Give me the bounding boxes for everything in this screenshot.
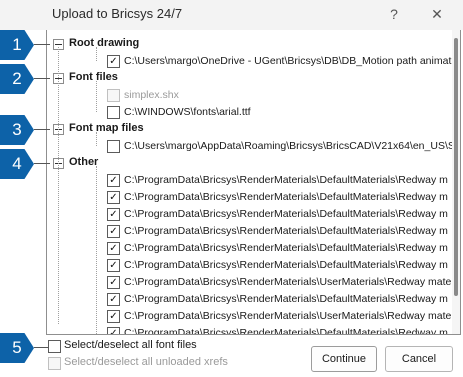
item-path: C:\ProgramData\Bricsys\RenderMaterials\D…	[124, 191, 448, 203]
window-title: Upload to Bricsys 24/7	[52, 6, 183, 21]
item-path: C:\Users\margo\AppData\Roaming\Bricsys\B…	[124, 140, 455, 152]
list-item[interactable]: ✓ C:\ProgramData\Bricsys\RenderMaterials…	[47, 240, 448, 257]
list-item[interactable]: C:\Users\margo\AppData\Roaming\Bricsys\B…	[47, 138, 455, 155]
tree-connector	[96, 47, 97, 61]
cancel-button[interactable]: Cancel	[385, 346, 453, 372]
title-bar: Upload to Bricsys 24/7 ? ✕	[0, 0, 463, 30]
item-checkbox[interactable]: ✓	[107, 259, 120, 272]
item-checkbox[interactable]: ✓	[107, 293, 120, 306]
continue-button[interactable]: Continue	[311, 346, 377, 372]
callout-badge-4: 4	[0, 149, 34, 179]
item-checkbox[interactable]: ✓	[107, 55, 120, 68]
list-item[interactable]: ✓ C:\ProgramData\Bricsys\RenderMaterials…	[47, 325, 448, 335]
item-checkbox[interactable]	[107, 140, 120, 153]
list-item[interactable]: C:\WINDOWS\fonts\arial.ttf	[47, 104, 447, 121]
list-item[interactable]: ✓ C:\ProgramData\Bricsys\RenderMaterials…	[47, 291, 448, 308]
help-button[interactable]: ?	[381, 4, 407, 24]
callout-badge-5: 5	[0, 333, 34, 363]
group-label: Other	[69, 156, 99, 168]
tree-connector	[96, 81, 97, 112]
item-path: C:\ProgramData\Bricsys\RenderMaterials\D…	[124, 259, 448, 271]
tree-connector	[96, 132, 97, 146]
callout-line	[34, 347, 48, 348]
item-path: C:\ProgramData\Bricsys\RenderMaterials\D…	[124, 293, 448, 305]
list-item[interactable]: ✓ C:\ProgramData\Bricsys\RenderMaterials…	[47, 223, 448, 240]
item-checkbox[interactable]: ✓	[107, 242, 120, 255]
callout-line	[34, 129, 50, 130]
item-checkbox[interactable]: ✓	[107, 327, 120, 334]
item-checkbox[interactable]	[107, 106, 120, 119]
item-checkbox[interactable]: ✓	[107, 174, 120, 187]
callout-line	[34, 78, 50, 79]
item-path: C:\ProgramData\Bricsys\RenderMaterials\D…	[124, 208, 448, 220]
item-path: C:\ProgramData\Bricsys\RenderMaterials\U…	[124, 276, 452, 288]
callout-badge-1: 1	[0, 30, 34, 60]
list-item[interactable]: ✓ C:\ProgramData\Bricsys\RenderMaterials…	[47, 172, 448, 189]
item-path: C:\WINDOWS\fonts\arial.ttf	[124, 106, 251, 118]
file-tree[interactable]: Root drawing ✓ C:\Users\margo\OneDrive -…	[46, 30, 461, 335]
group-font-files[interactable]: Font files	[47, 70, 447, 87]
list-item[interactable]: ✓ C:\ProgramData\Bricsys\RenderMaterials…	[47, 189, 448, 206]
select-font-files-checkbox[interactable]	[48, 340, 61, 353]
tree-connector	[96, 166, 97, 334]
list-item[interactable]: ✓ C:\ProgramData\Bricsys\RenderMaterials…	[47, 308, 451, 325]
item-checkbox[interactable]: ✓	[107, 225, 120, 238]
item-checkbox	[107, 89, 120, 102]
tree-connector	[58, 47, 59, 324]
group-label: Font files	[69, 71, 118, 83]
list-item[interactable]: ✓ C:\ProgramData\Bricsys\RenderMaterials…	[47, 206, 448, 223]
item-path: C:\ProgramData\Bricsys\RenderMaterials\D…	[124, 225, 448, 237]
list-item[interactable]: ✓ C:\Users\margo\OneDrive - UGent\Bricsy…	[47, 53, 451, 70]
close-icon[interactable]: ✕	[424, 4, 450, 24]
item-checkbox[interactable]: ✓	[107, 208, 120, 221]
list-item: simplex.shx	[47, 87, 447, 104]
callout-line	[34, 163, 50, 164]
scrollbar-thumb[interactable]	[454, 38, 458, 296]
item-path: C:\Users\margo\OneDrive - UGent\Bricsys\…	[124, 55, 452, 67]
callout-badge-3: 3	[0, 115, 34, 145]
item-checkbox[interactable]: ✓	[107, 191, 120, 204]
item-checkbox[interactable]: ✓	[107, 276, 120, 289]
list-item[interactable]: ✓ C:\ProgramData\Bricsys\RenderMaterials…	[47, 257, 448, 274]
group-label: Font map files	[69, 122, 144, 134]
item-checkbox[interactable]: ✓	[107, 310, 120, 323]
select-unloaded-xrefs-checkbox	[48, 357, 61, 370]
item-path: C:\ProgramData\Bricsys\RenderMaterials\D…	[124, 174, 448, 186]
vertical-scrollbar[interactable]	[452, 30, 460, 334]
callout-badge-2: 2	[0, 64, 34, 94]
group-label: Root drawing	[69, 37, 140, 49]
item-path: C:\ProgramData\Bricsys\RenderMaterials\D…	[124, 242, 448, 254]
select-font-files-label[interactable]: Select/deselect all font files	[64, 339, 197, 351]
list-item[interactable]: ✓ C:\ProgramData\Bricsys\RenderMaterials…	[47, 274, 451, 291]
item-path: C:\ProgramData\Bricsys\RenderMaterials\U…	[124, 310, 452, 322]
item-path: C:\ProgramData\Bricsys\RenderMaterials\D…	[124, 327, 448, 335]
group-root-drawing[interactable]: Root drawing	[47, 36, 447, 53]
callout-line	[34, 44, 50, 45]
group-other[interactable]: Other	[47, 155, 447, 172]
item-path: simplex.shx	[124, 89, 179, 101]
select-unloaded-xrefs-label: Select/deselect all unloaded xrefs	[64, 356, 228, 368]
group-font-map-files[interactable]: Font map files	[47, 121, 447, 138]
